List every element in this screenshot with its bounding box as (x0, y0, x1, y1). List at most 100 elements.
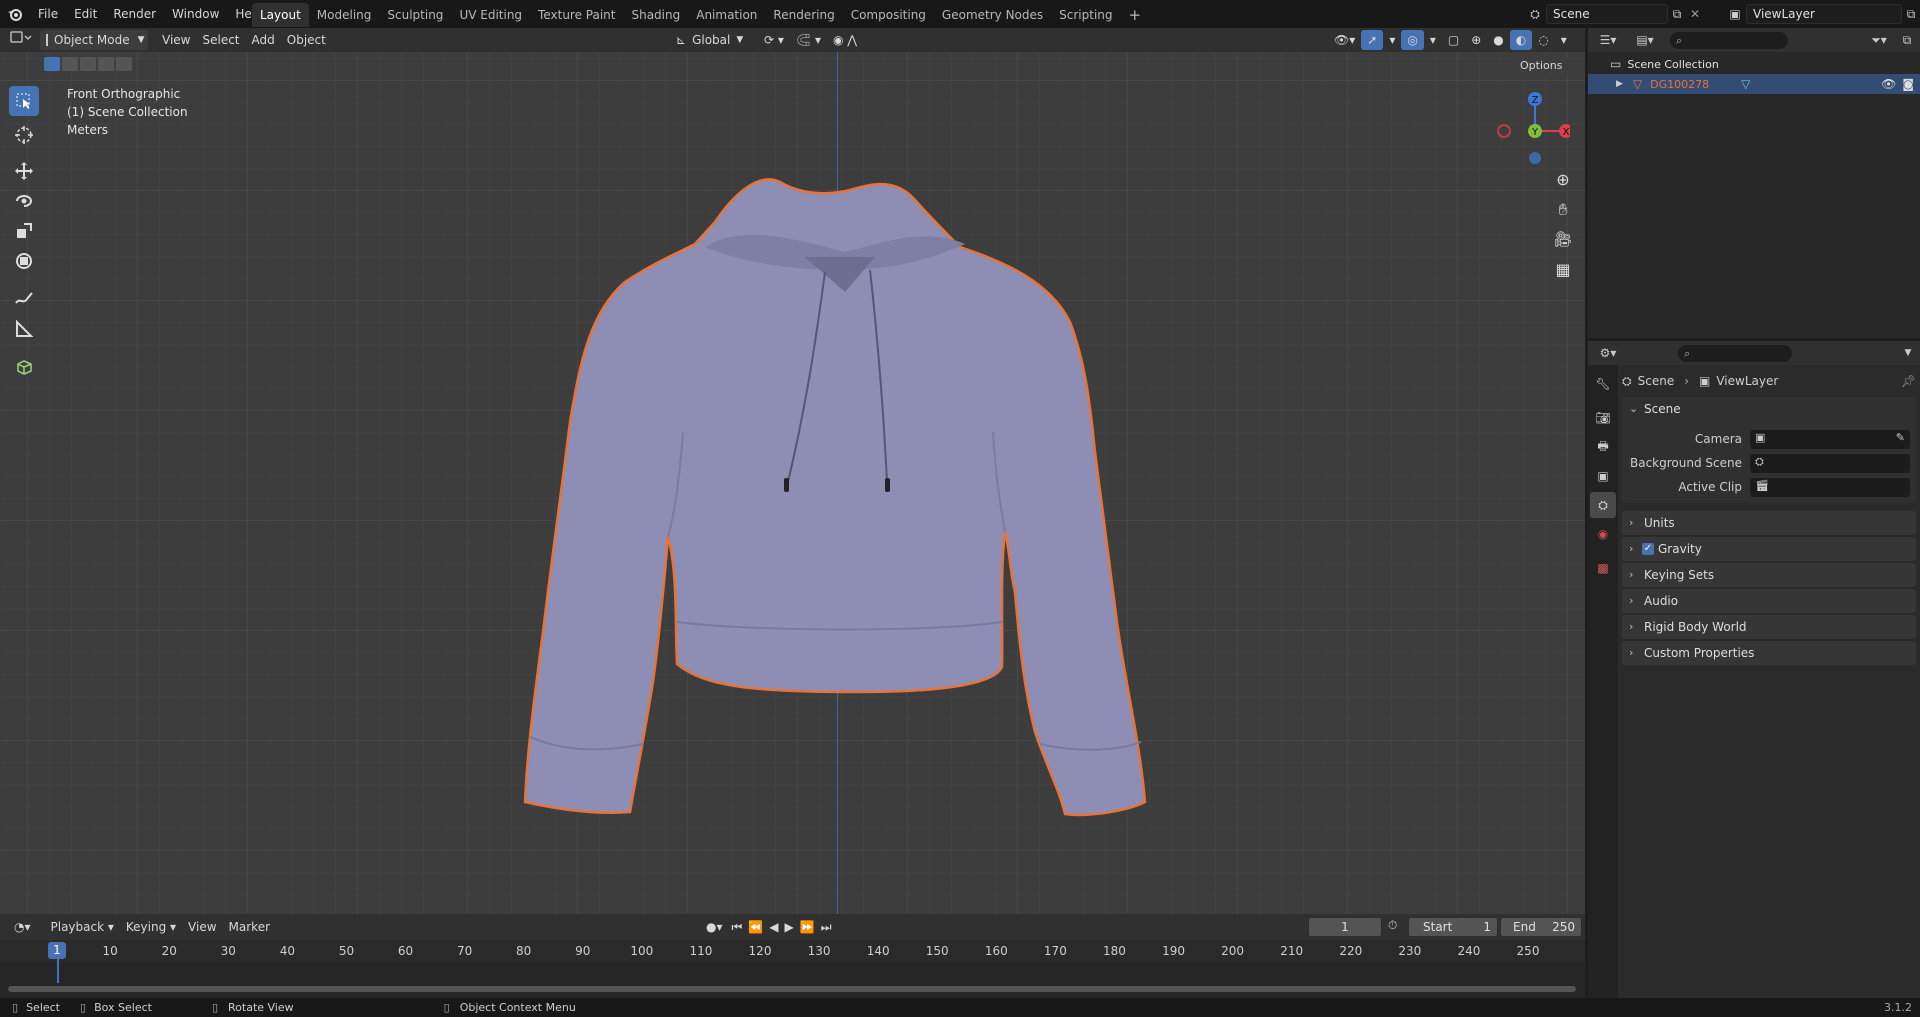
delete-scene-icon[interactable]: ✕ (1686, 7, 1704, 21)
rigid-body-world-panel-header[interactable]: › Rigid Body World (1622, 615, 1916, 639)
custom-properties-panel-header[interactable]: › Custom Properties (1622, 641, 1916, 665)
tab-rendering[interactable]: Rendering (765, 3, 842, 27)
menu-select[interactable]: Select (196, 30, 245, 50)
menu-keying[interactable]: Keying ▾ (120, 917, 182, 937)
timeline-ruler[interactable]: 1 10 20 30 40 50 60 70 80 90 100 110 120 130 140 150 160… (0, 940, 1585, 983)
new-scene-icon[interactable]: ⧉ (1668, 7, 1686, 22)
editor-type-icon[interactable] (6, 30, 36, 50)
visibility-icon[interactable]: 👁︎▾ (1328, 30, 1361, 50)
gravity-panel-header[interactable]: › ✓ Gravity (1622, 537, 1916, 561)
transform-orientation-dropdown[interactable]: ⊾ Global ▼ (670, 30, 752, 50)
display-mode-icon[interactable]: ▤▾ (1628, 33, 1662, 47)
start-frame-field[interactable]: Start 1 (1408, 917, 1498, 937)
select-new-icon[interactable] (44, 57, 60, 71)
zoom-icon[interactable]: ⊕ (1551, 170, 1575, 200)
tab-shading[interactable]: Shading (623, 3, 688, 27)
outliner-search-input[interactable]: ⌕ (1670, 31, 1788, 49)
tab-geometry-nodes[interactable]: Geometry Nodes (934, 3, 1051, 27)
tab-modeling[interactable]: Modeling (309, 3, 380, 27)
render-camera-icon[interactable]: ◙ (1902, 77, 1914, 91)
material-shading-icon[interactable]: ◐ (1509, 30, 1533, 50)
audio-panel-header[interactable]: › Audio (1622, 589, 1916, 613)
3d-viewport[interactable]: Front Orthographic (1) Scene Collection … (0, 52, 1585, 914)
wireframe-shading-icon[interactable]: ⊕ (1465, 30, 1487, 50)
tab-uv-editing[interactable]: UV Editing (451, 3, 530, 27)
eyedropper-icon[interactable]: ✎ (1896, 431, 1905, 444)
xray-toggle-icon[interactable]: ▢ (1442, 30, 1465, 50)
options-button[interactable]: Options (1514, 56, 1569, 76)
rotate-tool-icon[interactable] (9, 186, 39, 216)
jump-start-icon[interactable]: ⏮ (729, 917, 746, 937)
keying-sets-panel-header[interactable]: › Keying Sets (1622, 563, 1916, 587)
tool-tab-icon[interactable]: 🔧︎ (1590, 371, 1616, 397)
select-invert-icon[interactable] (98, 57, 114, 71)
render-tab-icon[interactable]: 📷︎ (1590, 405, 1616, 431)
preview-range-icon[interactable]: ⏱ (1388, 918, 1397, 933)
gravity-checkbox[interactable]: ✓ (1642, 543, 1654, 555)
outliner-root-row[interactable]: ▭ Scene Collection (1610, 55, 1719, 73)
ortho-grid-icon[interactable]: ▦ (1551, 260, 1575, 290)
properties-search-input[interactable]: ⌕ (1678, 344, 1792, 362)
menu-playback[interactable]: Playback ▾ (45, 917, 120, 937)
pin-icon[interactable]: 📌︎ (1901, 374, 1916, 388)
neg-x-gizmo-icon[interactable] (1497, 124, 1511, 138)
menu-window[interactable]: Window (164, 0, 227, 28)
properties-editor-type-icon[interactable]: ⚙▾ (1588, 346, 1628, 360)
navigation-gizmo[interactable]: Z X Y (1490, 86, 1570, 166)
pan-hand-icon[interactable]: ✋︎ (1551, 200, 1575, 230)
scene-icon[interactable]: ⛭ (1524, 4, 1546, 24)
move-tool-icon[interactable] (9, 156, 39, 186)
blender-logo-icon[interactable] (0, 0, 30, 28)
filter-icon[interactable]: ⏷▾ (1864, 33, 1894, 48)
play-icon[interactable]: ▶ (782, 917, 797, 937)
scene-panel-header[interactable]: ⌄ Scene (1622, 397, 1916, 421)
gizmo-toggle-icon[interactable]: ➚ (1361, 30, 1384, 50)
play-reverse-icon[interactable]: ◀ (766, 917, 781, 937)
rendered-shading-icon[interactable]: ◌ (1532, 30, 1554, 50)
menu-timeline-view[interactable]: View (182, 917, 222, 937)
camera-field[interactable]: ▣ ✎ (1750, 429, 1910, 449)
jump-end-icon[interactable]: ⏭ (818, 917, 835, 937)
outliner-editor-type-icon[interactable]: ☰▾ (1588, 33, 1628, 47)
output-tab-icon[interactable]: 🖶︎ (1590, 434, 1616, 460)
world-tab-icon[interactable]: ◉ (1590, 521, 1616, 547)
menu-render[interactable]: Render (105, 0, 164, 28)
menu-marker[interactable]: Marker (223, 917, 276, 937)
tab-scripting[interactable]: Scripting (1051, 3, 1120, 27)
shading-dropdown-icon[interactable]: ▾ (1555, 30, 1573, 50)
select-box-tool-icon[interactable] (9, 86, 39, 116)
view-layer-tab-icon[interactable]: ▣ (1590, 463, 1616, 489)
viewlayer-icon[interactable]: ▣ (1724, 4, 1746, 24)
record-icon[interactable]: ●▾ (700, 917, 729, 937)
expand-arrow-icon[interactable]: ▶ (1616, 79, 1623, 89)
units-panel-header[interactable]: › Units (1622, 511, 1916, 535)
menu-object[interactable]: Object (281, 30, 332, 50)
snap-toggle-icon[interactable]: 🧲︎ ▾ (790, 30, 827, 50)
texture-tab-icon[interactable]: ▩ (1590, 555, 1616, 581)
tab-layout[interactable]: Layout (252, 3, 309, 27)
background-scene-field[interactable]: ⛭ (1750, 453, 1910, 473)
jump-prev-keyframe-icon[interactable]: ⏪ (745, 917, 766, 937)
tab-animation[interactable]: Animation (688, 3, 765, 27)
menu-view[interactable]: View (156, 30, 196, 50)
add-workspace-button[interactable]: + (1121, 3, 1150, 27)
camera-view-icon[interactable]: 🎥︎ (1551, 230, 1575, 260)
tab-sculpting[interactable]: Sculpting (379, 3, 451, 27)
tab-compositing[interactable]: Compositing (843, 3, 934, 27)
scene-name-field[interactable]: Scene (1546, 4, 1668, 24)
viewlayer-name-field[interactable]: ViewLayer (1746, 4, 1902, 24)
timeline-editor-type-icon[interactable]: ◔▾ (8, 917, 37, 937)
tab-texture-paint[interactable]: Texture Paint (530, 3, 623, 27)
overlay-toggle-icon[interactable]: ◎ (1401, 30, 1424, 50)
scene-tab-icon[interactable]: ⛭ (1590, 492, 1616, 518)
visibility-eye-icon[interactable]: 👁︎ (1881, 77, 1896, 91)
menu-file[interactable]: File (30, 0, 66, 28)
select-extend-icon[interactable] (62, 57, 78, 71)
active-clip-field[interactable]: 🎬︎ (1750, 477, 1910, 497)
add-cube-tool-icon[interactable] (9, 352, 39, 382)
solid-shading-icon[interactable]: ● (1487, 30, 1509, 50)
overlay-dropdown-icon[interactable]: ▾ (1424, 30, 1442, 50)
new-viewlayer-icon[interactable]: ⧉ (1902, 7, 1920, 22)
menu-edit[interactable]: Edit (66, 0, 105, 28)
select-intersect-icon[interactable] (116, 57, 132, 71)
